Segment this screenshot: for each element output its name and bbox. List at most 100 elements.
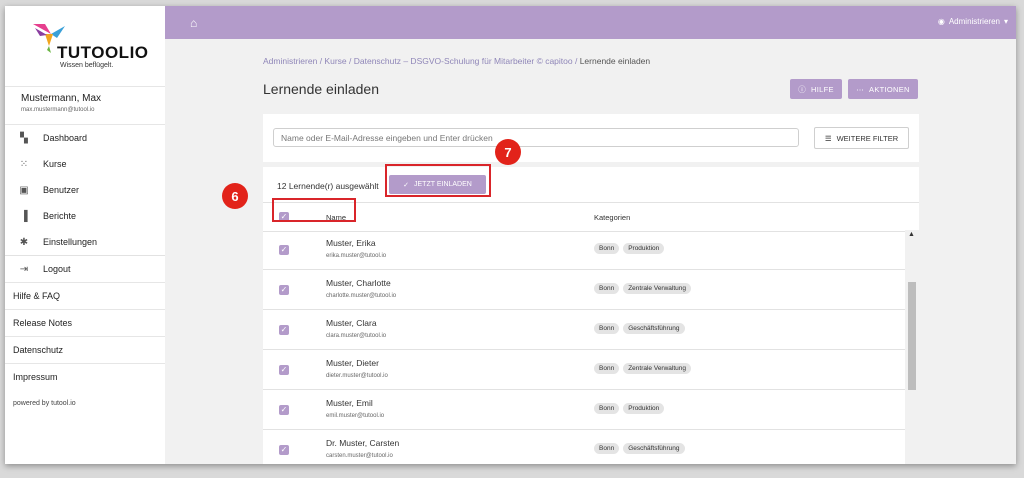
table-row[interactable]: ✓ Dr. Muster, Carsten carsten.muster@tut… <box>263 430 905 464</box>
dashboard-icon: ▚ <box>20 132 28 144</box>
highlight-name-column <box>272 198 356 222</box>
table-row[interactable]: ✓ Muster, Erika erika.muster@tutool.io B… <box>263 230 905 270</box>
user-info[interactable]: Mustermann, Max max.mustermann@tutool.io <box>5 86 165 125</box>
user-name: Mustermann, Max <box>21 93 102 104</box>
grid-icon: ⁙ <box>19 158 29 170</box>
gear-icon: ✱ <box>19 236 29 248</box>
learner-name: Dr. Muster, Carsten <box>326 438 400 448</box>
help-button[interactable]: ⓘ HILFE <box>790 79 842 99</box>
selection-count: 12 Lernende(r) ausgewählt <box>277 181 379 191</box>
row-checkbox[interactable]: ✓ <box>279 445 289 455</box>
search-card: Name oder E-Mail-Adresse eingeben und En… <box>263 114 919 162</box>
learner-email: clara.muster@tutool.io <box>326 333 387 339</box>
category-chip: Bonn <box>594 443 620 454</box>
step-7-badge: 7 <box>495 139 521 165</box>
scroll-up-icon[interactable]: ▲ <box>908 231 915 238</box>
bar-chart-icon: ▐ <box>20 210 28 222</box>
nav-item-logout[interactable]: ⇥ Logout <box>5 255 165 282</box>
category-chip: Bonn <box>594 403 620 414</box>
nav-label: Logout <box>43 264 71 274</box>
nav-item-einstellungen[interactable]: ✱ Einstellungen <box>5 229 165 255</box>
breadcrumb-kurse[interactable]: Kurse <box>324 56 346 66</box>
step-6-badge: 6 <box>222 183 248 209</box>
main-nav: ▚ Dashboard ⁙ Kurse ▣ Benutzer ▐ Berichte ✱ E… <box>5 125 165 282</box>
more-filters-button[interactable]: ☰ WEITERE FILTER <box>814 127 909 149</box>
top-bar: ⌂ ◉ Administrieren ▾ <box>165 6 1016 39</box>
learner-name: Muster, Charlotte <box>326 278 391 288</box>
learner-name: Muster, Erika <box>326 238 376 248</box>
table-scrollbar[interactable]: ▲ <box>905 230 919 464</box>
category-chip: Bonn <box>594 243 620 254</box>
category-chip: Geschäftsführung <box>623 323 685 334</box>
page-title: Lernende einladen <box>263 81 379 97</box>
learner-name: Muster, Emil <box>326 398 373 408</box>
sidebar: TUTOOLIO Wissen beflügelt. Mustermann, M… <box>5 6 166 464</box>
table-body: ✓ Muster, Erika erika.muster@tutool.io B… <box>263 230 905 464</box>
search-input[interactable]: Name oder E-Mail-Adresse eingeben und En… <box>273 128 799 147</box>
logo[interactable]: TUTOOLIO Wissen beflügelt. <box>5 6 165 86</box>
highlight-invite-button <box>385 164 491 197</box>
filter-label: WEITERE FILTER <box>836 133 899 143</box>
scroll-thumb[interactable] <box>908 282 916 390</box>
nav-label: Dashboard <box>43 133 88 143</box>
table-row[interactable]: ✓ Muster, Clara clara.muster@tutool.io B… <box>263 310 905 350</box>
category-chip: Bonn <box>594 323 620 334</box>
filter-icon: ☰ <box>824 133 832 143</box>
category-chip: Produktion <box>623 403 665 414</box>
powered-by[interactable]: powered by tutool.io <box>5 390 165 407</box>
brand-tagline: Wissen beflügelt. <box>60 62 114 69</box>
learner-email: carsten.muster@tutool.io <box>326 453 393 459</box>
actions-button[interactable]: ⋯ AKTIONEN <box>848 79 918 99</box>
learner-email: dieter.muster@tutool.io <box>326 373 388 379</box>
category-chip: Produktion <box>623 243 665 254</box>
table-row[interactable]: ✓ Muster, Dieter dieter.muster@tutool.io… <box>263 350 905 390</box>
table-row[interactable]: ✓ Muster, Charlotte charlotte.muster@tut… <box>263 270 905 310</box>
learner-name: Muster, Dieter <box>326 358 379 368</box>
table-row[interactable]: ✓ Muster, Emil emil.muster@tutool.io Bon… <box>263 390 905 430</box>
link-impressum[interactable]: Impressum <box>5 363 165 390</box>
learner-email: emil.muster@tutool.io <box>326 413 385 419</box>
caret-down-icon: ▾ <box>1003 17 1008 26</box>
home-icon[interactable]: ⌂ <box>190 16 197 30</box>
category-chip: Bonn <box>594 363 620 374</box>
link-release-notes[interactable]: Release Notes <box>5 309 165 336</box>
eye-icon: ◉ <box>937 17 945 26</box>
link-hilfe-faq[interactable]: Hilfe & FAQ <box>5 282 165 309</box>
nav-item-dashboard[interactable]: ▚ Dashboard <box>5 125 165 151</box>
logout-icon: ⇥ <box>19 263 29 275</box>
category-chip: Bonn <box>594 283 620 294</box>
nav-item-berichte[interactable]: ▐ Berichte <box>5 203 165 229</box>
nav-label: Einstellungen <box>43 237 98 247</box>
help-label: HILFE <box>811 84 834 94</box>
learner-email: charlotte.muster@tutool.io <box>326 293 397 299</box>
row-checkbox[interactable]: ✓ <box>279 245 289 255</box>
person-icon: ▣ <box>19 184 29 196</box>
link-datenschutz[interactable]: Datenschutz <box>5 336 165 363</box>
footer-links: Hilfe & FAQ Release Notes Datenschutz Im… <box>5 282 165 390</box>
more-icon: ⋯ <box>856 84 865 94</box>
nav-label: Benutzer <box>43 185 80 195</box>
role-label: Administrieren <box>948 17 1000 26</box>
nav-label: Kurse <box>43 159 67 169</box>
brand-name: TUTOOLIO <box>57 43 149 62</box>
breadcrumb-course[interactable]: Datenschutz – DSGVO-Schulung für Mitarbe… <box>354 56 573 66</box>
nav-item-benutzer[interactable]: ▣ Benutzer <box>5 177 165 203</box>
table-header: ✓ Name Kategorien <box>263 203 919 232</box>
row-checkbox[interactable]: ✓ <box>279 285 289 295</box>
nav-item-kurse[interactable]: ⁙ Kurse <box>5 151 165 177</box>
row-checkbox[interactable]: ✓ <box>279 365 289 375</box>
category-chip: Zentrale Verwaltung <box>623 363 691 374</box>
role-menu[interactable]: ◉ Administrieren ▾ <box>938 17 1008 26</box>
row-checkbox[interactable]: ✓ <box>279 405 289 415</box>
actions-label: AKTIONEN <box>869 84 910 94</box>
app-window: TUTOOLIO Wissen beflügelt. Mustermann, M… <box>5 6 1016 464</box>
main-content: Administrieren / Kurse / Datenschutz – D… <box>165 39 1016 464</box>
learner-name: Muster, Clara <box>326 318 377 328</box>
category-chip: Zentrale Verwaltung <box>623 283 691 294</box>
column-categories: Kategorien <box>594 213 631 222</box>
category-chip: Geschäftsführung <box>623 443 685 454</box>
breadcrumb-administrieren[interactable]: Administrieren <box>263 56 317 66</box>
info-icon: ⓘ <box>798 84 807 94</box>
learner-list-card: 12 Lernende(r) ausgewählt ✓ JETZT EINLADE… <box>263 167 919 464</box>
row-checkbox[interactable]: ✓ <box>279 325 289 335</box>
